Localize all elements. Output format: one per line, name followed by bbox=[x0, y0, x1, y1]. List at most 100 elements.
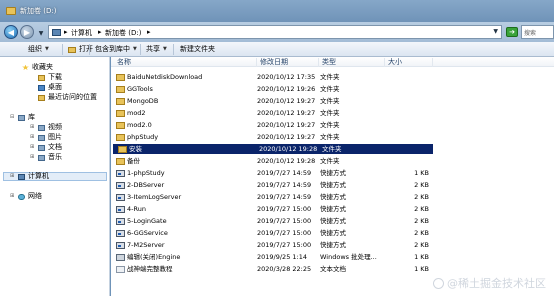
sidebar-item-desktop[interactable]: 桌面 bbox=[38, 83, 62, 92]
file-row[interactable]: mod2.0 2020/10/12 19:27 文件夹 bbox=[111, 120, 554, 130]
file-row[interactable]: 1-phpStudy 2019/7/27 14:59 快捷方式 1 KB bbox=[111, 168, 554, 178]
back-button[interactable]: ◀ bbox=[4, 25, 18, 39]
file-row[interactable]: 备份 2020/10/12 19:28 文件夹 bbox=[111, 156, 554, 166]
file-row[interactable]: 7-M2Server 2019/7/27 15:00 快捷方式 2 KB bbox=[111, 240, 554, 250]
divider bbox=[62, 44, 63, 55]
expand-icon[interactable]: ⊞ bbox=[10, 172, 16, 181]
sidebar-item-downloads[interactable]: 下载 bbox=[38, 73, 62, 82]
refresh-button[interactable]: ➔ bbox=[506, 27, 518, 37]
chevron-down-icon[interactable]: ▼ bbox=[493, 28, 498, 35]
file-date: 2020/10/12 19:27 bbox=[257, 97, 315, 105]
file-row[interactable]: 4-Run 2019/7/27 15:00 快捷方式 2 KB bbox=[111, 204, 554, 214]
column-header-size[interactable]: 大小 bbox=[385, 58, 433, 67]
file-size: 1 KB bbox=[414, 253, 429, 261]
file-date: 2019/7/27 15:00 bbox=[257, 217, 312, 225]
share-menu[interactable]: 共享 ▼ bbox=[146, 44, 167, 55]
folder-icon bbox=[6, 7, 16, 15]
file-date: 2020/10/12 19:28 bbox=[259, 145, 317, 153]
file-row[interactable]: GGTools 2020/10/12 19:26 文件夹 bbox=[111, 84, 554, 94]
shortcut-icon bbox=[116, 206, 125, 213]
file-type: 文件夹 bbox=[320, 109, 340, 117]
sidebar-item-network[interactable]: ⊞ 网络 bbox=[10, 192, 42, 201]
file-name: 3-ItemLogServer bbox=[127, 193, 182, 201]
expand-icon[interactable]: ⊞ bbox=[30, 133, 36, 142]
sidebar-item-label: 图片 bbox=[48, 133, 62, 141]
file-row[interactable]: BaiduNetdiskDownload 2020/10/12 17:35 文件夹 bbox=[111, 72, 554, 82]
column-header-date[interactable]: 修改日期 bbox=[257, 58, 319, 67]
file-date: 2020/10/12 19:27 bbox=[257, 109, 315, 117]
sidebar-item-documents[interactable]: ⊞ 文档 bbox=[30, 143, 62, 152]
sidebar-item-videos[interactable]: ⊞ 视频 bbox=[30, 123, 62, 132]
share-label: 共享 bbox=[146, 45, 160, 53]
expand-icon[interactable]: ⊞ bbox=[30, 153, 36, 162]
breadcrumb-drive[interactable]: 新加卷 (D:) bbox=[105, 28, 141, 38]
file-type: 快捷方式 bbox=[320, 169, 346, 177]
sidebar-item-label: 网络 bbox=[28, 192, 42, 200]
sidebar-item-label: 最近访问的位置 bbox=[48, 93, 97, 101]
sidebar-libraries-label: 库 bbox=[28, 113, 35, 121]
folder-icon bbox=[118, 146, 127, 153]
column-header-name[interactable]: 名称 bbox=[114, 58, 257, 67]
sidebar-item-computer[interactable]: ⊞ 计算机 bbox=[3, 172, 107, 181]
computer-icon bbox=[52, 29, 61, 36]
sidebar-item-label: 音乐 bbox=[48, 153, 62, 161]
sidebar-libraries[interactable]: ⊟ 库 bbox=[10, 113, 35, 122]
file-date: 2019/7/27 14:59 bbox=[257, 181, 312, 189]
file-name: 1-phpStudy bbox=[127, 169, 165, 177]
expand-icon[interactable]: ⊞ bbox=[30, 143, 36, 152]
music-library-icon bbox=[38, 154, 45, 161]
file-type: 文件夹 bbox=[320, 121, 340, 129]
expand-icon[interactable]: ⊞ bbox=[10, 192, 16, 201]
chevron-down-icon: ▼ bbox=[45, 46, 49, 52]
file-size: 2 KB bbox=[414, 205, 429, 213]
forward-button[interactable]: ▶ bbox=[20, 25, 34, 39]
file-row[interactable]: 编辑(关闭)Engine 2019/9/25 1:14 Windows 批处理...… bbox=[111, 252, 554, 262]
file-type: 文件夹 bbox=[320, 97, 340, 105]
file-row[interactable]: 6-GGService 2019/7/27 15:00 快捷方式 2 KB bbox=[111, 228, 554, 238]
file-row[interactable]: MongoDB 2020/10/12 19:27 文件夹 bbox=[111, 96, 554, 106]
search-input[interactable]: 搜索 bbox=[521, 25, 554, 39]
arrow-left-icon: ◀ bbox=[7, 27, 15, 37]
chevron-down-icon: ▼ bbox=[133, 46, 137, 52]
documents-library-icon bbox=[38, 144, 45, 151]
watermark-text: @稀土掘金技术社区 bbox=[447, 277, 546, 290]
file-row[interactable]: 2-DBServer 2019/7/27 14:59 快捷方式 2 KB bbox=[111, 180, 554, 190]
library-icon bbox=[18, 114, 25, 121]
file-name: phpStudy bbox=[127, 133, 159, 141]
file-name: mod2 bbox=[127, 109, 146, 117]
file-row[interactable]: 5-LoginGate 2019/7/27 15:00 快捷方式 2 KB bbox=[111, 216, 554, 226]
column-header-type[interactable]: 类型 bbox=[319, 58, 385, 67]
address-bar[interactable]: ▸ 计算机 ▸ 新加卷 (D:) ▸ ▼ bbox=[48, 25, 502, 39]
folder-icon bbox=[116, 98, 125, 105]
sidebar-item-label: 下载 bbox=[48, 73, 62, 81]
file-row-selected[interactable]: 安装 2020/10/12 19:28 文件夹 bbox=[113, 144, 433, 154]
sidebar-item-music[interactable]: ⊞ 音乐 bbox=[30, 153, 62, 162]
include-in-library-menu[interactable]: 包含到库中 ▼ bbox=[95, 44, 137, 55]
file-size: 2 KB bbox=[414, 193, 429, 201]
file-name: 2-DBServer bbox=[127, 181, 165, 189]
file-name: 7-M2Server bbox=[127, 241, 165, 249]
file-type: 快捷方式 bbox=[320, 229, 346, 237]
recent-pages-button[interactable]: ▼ bbox=[36, 28, 46, 38]
file-size: 2 KB bbox=[414, 229, 429, 237]
star-icon bbox=[22, 64, 29, 70]
sidebar-favorites-label: 收藏夹 bbox=[32, 63, 53, 71]
organize-menu[interactable]: 组织 ▼ bbox=[28, 44, 49, 55]
collapse-icon[interactable]: ⊟ bbox=[10, 113, 16, 122]
file-row[interactable]: 战神端完整教程 2020/3/28 22:25 文本文档 1 KB bbox=[111, 264, 554, 274]
sidebar-favorites[interactable]: 收藏夹 bbox=[22, 63, 53, 72]
divider bbox=[140, 44, 141, 55]
shortcut-icon bbox=[116, 218, 125, 225]
file-row[interactable]: phpStudy 2020/10/12 19:27 文件夹 bbox=[111, 132, 554, 142]
organize-label: 组织 bbox=[28, 45, 42, 53]
file-type: 文件夹 bbox=[320, 133, 340, 141]
expand-icon[interactable]: ⊞ bbox=[30, 123, 36, 132]
new-folder-button[interactable]: 新建文件夹 bbox=[180, 44, 215, 55]
sidebar-item-pictures[interactable]: ⊞ 图片 bbox=[30, 133, 62, 142]
file-row[interactable]: 3-ItemLogServer 2019/7/27 14:59 快捷方式 2 KB bbox=[111, 192, 554, 202]
breadcrumb-computer[interactable]: 计算机 bbox=[71, 28, 92, 38]
sidebar-item-label: 计算机 bbox=[28, 172, 49, 180]
sidebar-item-recent-places[interactable]: 最近访问的位置 bbox=[38, 93, 97, 102]
sidebar-item-label: 视频 bbox=[48, 123, 62, 131]
file-row[interactable]: mod2 2020/10/12 19:27 文件夹 bbox=[111, 108, 554, 118]
